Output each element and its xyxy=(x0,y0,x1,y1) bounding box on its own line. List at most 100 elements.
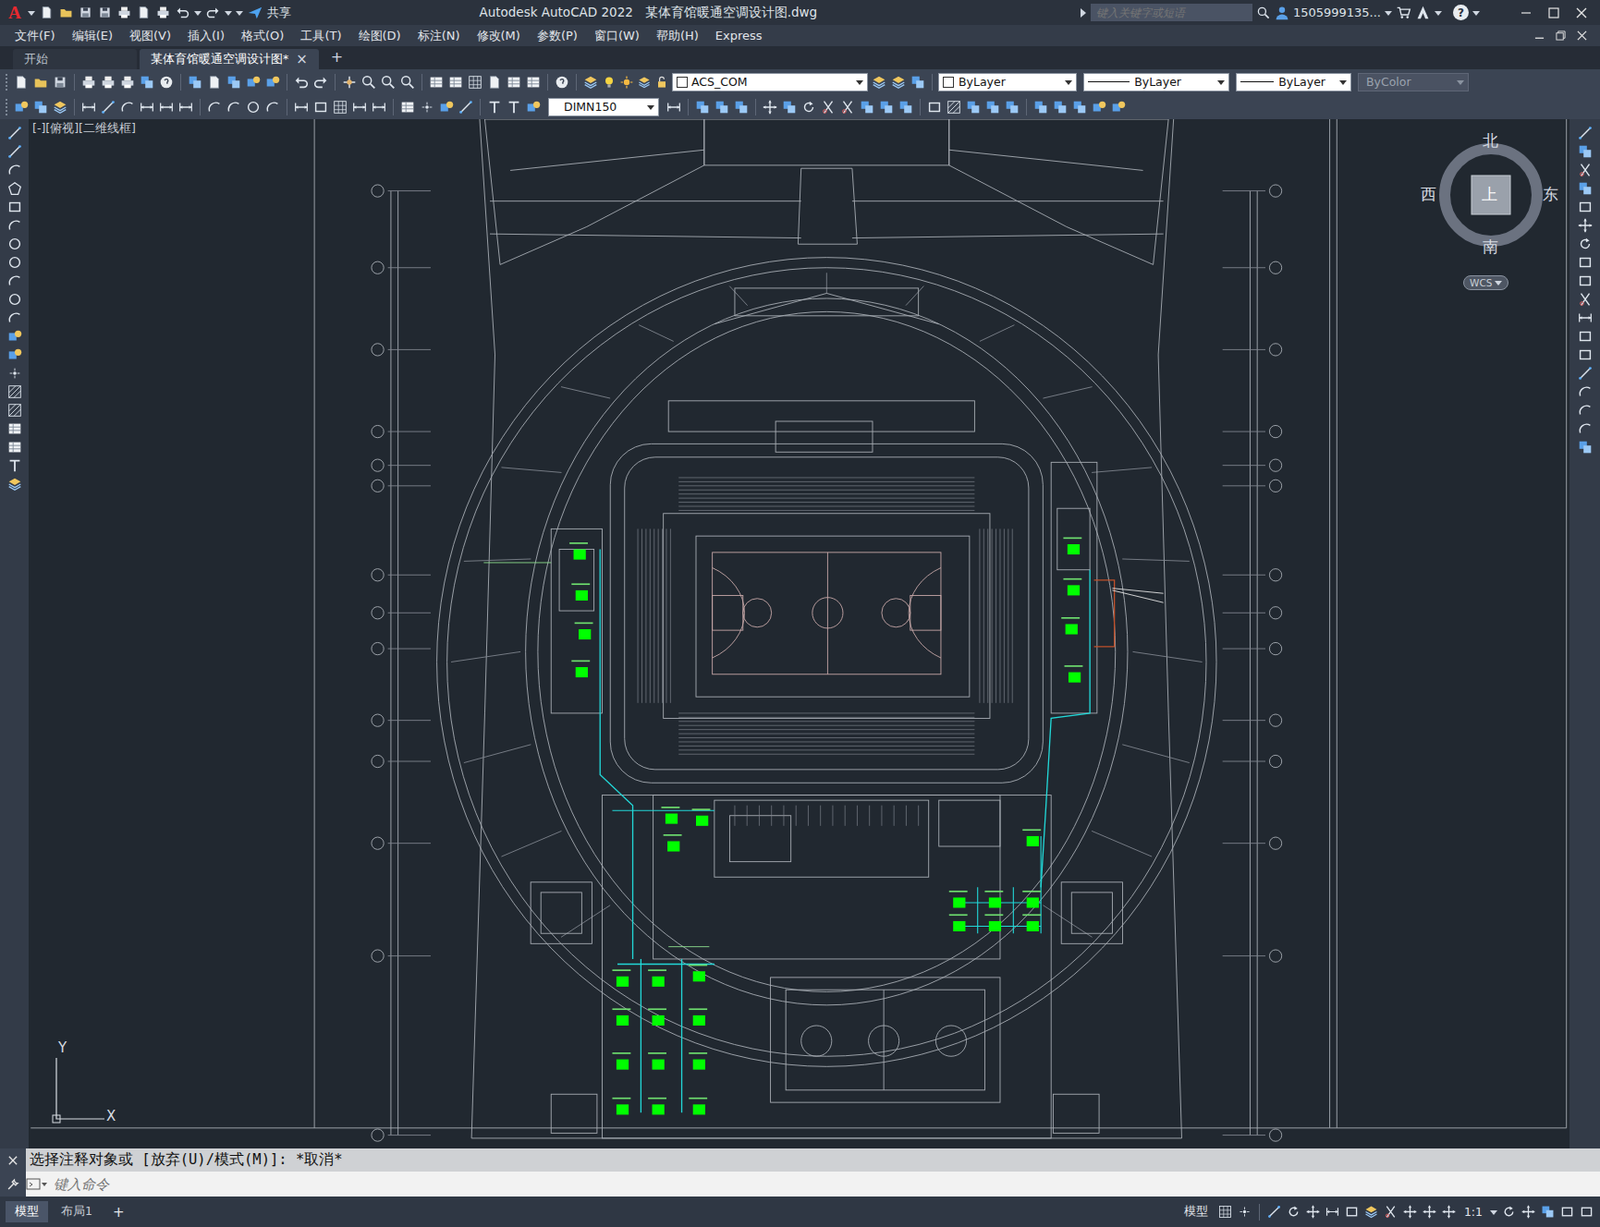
table-draw-icon[interactable] xyxy=(6,420,24,438)
minimize-icon[interactable] xyxy=(1520,7,1532,19)
dropdown-arrow-icon[interactable] xyxy=(647,103,655,111)
zoom-tool-icon[interactable] xyxy=(379,73,397,91)
line-draw-icon[interactable] xyxy=(6,124,24,142)
dim-tool-icon[interactable] xyxy=(293,98,310,116)
dim-tool-icon[interactable] xyxy=(138,98,156,116)
point-draw-icon[interactable] xyxy=(6,365,24,382)
rotate-status-icon[interactable] xyxy=(1285,1204,1302,1221)
line-draw-icon[interactable] xyxy=(6,143,24,160)
arc-modify-icon[interactable] xyxy=(1576,383,1594,401)
dropdown-arrow-icon[interactable] xyxy=(1064,78,1073,86)
help-tool-icon[interactable] xyxy=(158,73,175,91)
undo-quick-icon[interactable] xyxy=(174,4,191,21)
poly-draw-icon[interactable] xyxy=(6,180,24,197)
menu-item[interactable]: 工具(T) xyxy=(293,25,349,47)
grid-tool-icon[interactable] xyxy=(331,98,349,116)
layer-dropdown[interactable]: ACS_COM xyxy=(671,73,868,92)
customize-caret-icon[interactable] xyxy=(235,9,244,17)
doc-close-icon[interactable] xyxy=(1576,30,1588,41)
rect-modify-icon[interactable] xyxy=(1576,272,1594,290)
dim-status-icon[interactable] xyxy=(1324,1204,1341,1221)
rect-status-icon[interactable] xyxy=(1343,1204,1360,1221)
save-tool-icon[interactable] xyxy=(51,73,69,91)
close-command-line-icon[interactable] xyxy=(8,1156,18,1166)
annotation-scale[interactable]: 1:1 xyxy=(1460,1205,1487,1220)
block-draw-icon[interactable] xyxy=(6,328,24,345)
arc-draw-icon[interactable] xyxy=(6,272,24,290)
dim-modify-icon[interactable] xyxy=(1576,309,1594,327)
rotate-modify-icon[interactable] xyxy=(1576,235,1594,253)
hatch-draw-icon[interactable] xyxy=(6,383,24,401)
text-tool-icon[interactable] xyxy=(505,98,523,116)
point-status-icon[interactable] xyxy=(1236,1204,1253,1221)
model-space-canvas[interactable]: [-][俯视][二维线框]北南西东上WCSYX xyxy=(28,119,1570,1149)
rotate-status-icon[interactable] xyxy=(1501,1204,1517,1221)
block-tool-icon[interactable] xyxy=(264,73,281,91)
block-tool-icon[interactable] xyxy=(525,98,542,116)
block-tool-icon[interactable] xyxy=(1110,98,1127,116)
print-tool-icon[interactable] xyxy=(80,73,98,91)
property-value[interactable]: ByLayer xyxy=(1087,74,1214,89)
menu-item[interactable]: 窗口(W) xyxy=(586,25,648,47)
dimstyle-dropdown[interactable]: DIMN150 xyxy=(548,97,660,117)
block-tool-icon[interactable] xyxy=(12,98,30,116)
trim-tool-icon[interactable] xyxy=(839,98,856,116)
dropdown-arrow-icon[interactable] xyxy=(855,78,864,86)
folder-quick-icon[interactable] xyxy=(58,4,74,21)
rotate-tool-icon[interactable] xyxy=(800,98,818,116)
copy-modify-icon[interactable] xyxy=(1576,180,1594,197)
property-value[interactable]: ByLayer xyxy=(1240,74,1336,89)
layer-lock-icon[interactable] xyxy=(654,74,670,90)
text-tool-icon[interactable] xyxy=(486,98,503,116)
move-status-icon[interactable] xyxy=(1305,1204,1321,1221)
move-status-icon[interactable] xyxy=(1520,1204,1537,1221)
view-cube-face-label[interactable]: 上 xyxy=(1481,186,1498,203)
grid-tool-icon[interactable] xyxy=(466,73,484,91)
text-draw-icon[interactable] xyxy=(6,457,24,475)
arc-modify-icon[interactable] xyxy=(1576,402,1594,419)
property-label[interactable]: ByLayer xyxy=(1134,74,1182,89)
dropdown-caret-icon[interactable] xyxy=(1434,9,1442,17)
rect-status-icon[interactable] xyxy=(1559,1204,1576,1221)
save-quick-icon[interactable] xyxy=(77,4,94,21)
dropdown-caret-icon[interactable] xyxy=(1494,279,1503,287)
copy-tool-icon[interactable] xyxy=(713,98,731,116)
move-status-icon[interactable] xyxy=(1421,1204,1438,1221)
ucs-menu[interactable]: WCS xyxy=(1463,275,1509,291)
view-cube-east-label[interactable]: 东 xyxy=(1542,186,1559,203)
trim-tool-icon[interactable] xyxy=(819,98,837,116)
circle-draw-icon[interactable] xyxy=(6,235,24,253)
doc-quick-icon[interactable] xyxy=(38,4,55,21)
print-quick-icon[interactable] xyxy=(155,4,171,21)
block-tool-icon[interactable] xyxy=(1090,98,1108,116)
undo-tool-icon[interactable] xyxy=(293,73,310,91)
layers-tool-icon[interactable] xyxy=(582,73,599,91)
table-draw-icon[interactable] xyxy=(6,439,24,456)
rect-modify-icon[interactable] xyxy=(1576,254,1594,271)
doc-tool-icon[interactable] xyxy=(12,73,30,91)
table-tool-icon[interactable] xyxy=(427,73,445,91)
arc-draw-icon[interactable] xyxy=(6,217,24,234)
doc-quick-icon[interactable] xyxy=(135,4,152,21)
dropdown-caret-icon[interactable] xyxy=(224,9,233,17)
menu-item[interactable]: 绘图(D) xyxy=(351,25,409,47)
layers-draw-icon[interactable] xyxy=(6,476,24,493)
help-tool-icon[interactable] xyxy=(553,73,571,91)
dim-tool-icon[interactable] xyxy=(665,98,683,116)
dimstyle-name[interactable]: DIMN150 xyxy=(552,99,617,114)
menu-item[interactable]: 文件(F) xyxy=(7,25,63,47)
print-tool-icon[interactable] xyxy=(99,73,117,91)
copy-tool-icon[interactable] xyxy=(694,98,711,116)
maximize-icon[interactable] xyxy=(1548,7,1560,19)
document-tab[interactable]: 开始 xyxy=(12,48,137,70)
doc-restore-icon[interactable] xyxy=(1555,30,1566,41)
command-prompt-icon[interactable] xyxy=(25,1177,49,1193)
print-quick-icon[interactable] xyxy=(116,4,133,21)
user-name[interactable]: 1505999135... xyxy=(1293,5,1381,20)
arc-draw-icon[interactable] xyxy=(6,309,24,327)
grid-status-icon[interactable] xyxy=(1217,1204,1234,1221)
layer-thaw-icon[interactable] xyxy=(619,74,635,90)
rect-modify-icon[interactable] xyxy=(1576,198,1594,216)
table-tool-icon[interactable] xyxy=(447,73,465,91)
copy-modify-icon[interactable] xyxy=(1576,143,1594,160)
